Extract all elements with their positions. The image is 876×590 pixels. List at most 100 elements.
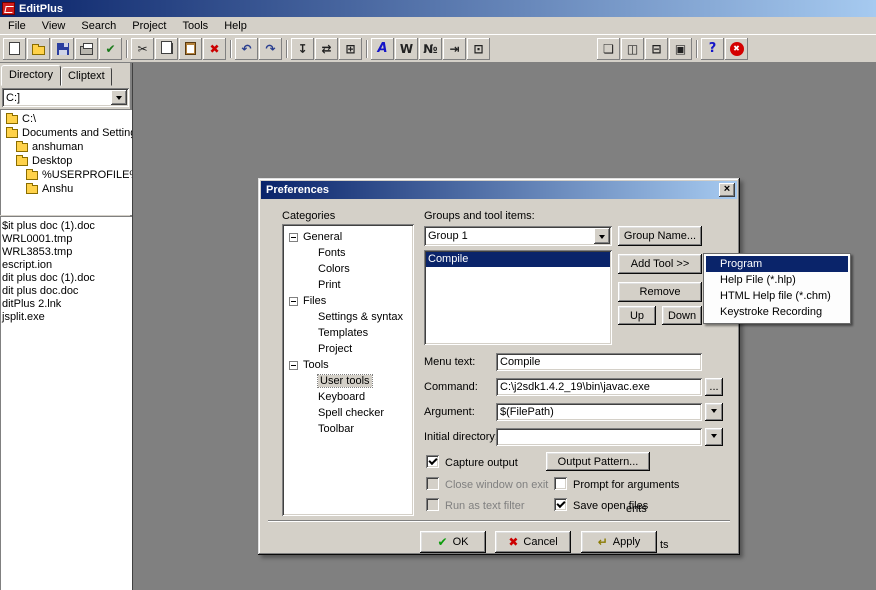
find-button[interactable]: ↧ [291, 38, 314, 60]
down-button[interactable]: Down [662, 306, 702, 325]
capture-output-checkbox[interactable] [426, 455, 439, 468]
line-numbers-button[interactable]: № [419, 38, 442, 60]
document-settings-button[interactable]: ⊡ [467, 38, 490, 60]
delete-button[interactable]: ✖ [203, 38, 226, 60]
window-titlebar[interactable]: EditPlus [0, 0, 876, 17]
category-settings-syntax[interactable]: Settings & syntax [282, 309, 414, 325]
apply-button[interactable]: ↵ Apply [581, 531, 657, 553]
undo-button[interactable]: ↶ [235, 38, 258, 60]
save-open-files-checkbox[interactable] [554, 498, 567, 511]
remove-button[interactable]: Remove [618, 282, 702, 302]
redo-button[interactable]: ↷ [259, 38, 282, 60]
menu-text-input[interactable] [496, 353, 702, 371]
initial-directory-input[interactable] [496, 428, 702, 446]
tree-item[interactable]: %USERPROFILE% [4, 168, 132, 182]
file-list-item[interactable]: WRL0001.tmp [2, 233, 132, 246]
cut-button[interactable]: ✂ [131, 38, 154, 60]
category-templates[interactable]: Templates [282, 325, 414, 341]
menu-search[interactable]: Search [73, 18, 124, 34]
menu-item-keystroke-recording[interactable]: Keystroke Recording [706, 304, 848, 320]
menu-tools[interactable]: Tools [175, 18, 217, 34]
tree-item[interactable]: Desktop [4, 154, 132, 168]
new-file-button[interactable] [3, 38, 26, 60]
menu-file[interactable]: File [0, 18, 34, 34]
cancel-button[interactable]: ✖ Cancel [495, 531, 571, 553]
context-help-button[interactable]: ? [701, 38, 724, 60]
category-keyboard[interactable]: Keyboard [282, 389, 414, 405]
tree-item[interactable]: Anshu [4, 182, 132, 196]
file-list-item[interactable]: dit plus doc (1).doc [2, 272, 132, 285]
argument-input[interactable] [496, 403, 702, 421]
file-list-item[interactable]: jsplit.exe [2, 311, 132, 324]
group-name-button[interactable]: Group Name... [618, 226, 702, 246]
category-toolbar[interactable]: Toolbar [282, 421, 414, 437]
run-text-filter-label: Run as text filter [445, 500, 524, 512]
collapse-icon[interactable] [289, 297, 298, 306]
category-general[interactable]: General [282, 229, 414, 245]
menu-item-help-file[interactable]: Help File (*.hlp) [706, 272, 848, 288]
argument-dropdown-button[interactable] [705, 403, 723, 421]
menu-view[interactable]: View [34, 18, 74, 34]
tab-cliptext[interactable]: Cliptext [61, 67, 112, 86]
menu-item-program[interactable]: Program [706, 256, 848, 272]
dialog-titlebar[interactable]: Preferences × [261, 181, 737, 199]
spell-check-button[interactable]: ✔ [99, 38, 122, 60]
initial-directory-dropdown-button[interactable] [705, 428, 723, 446]
collapse-icon[interactable] [289, 361, 298, 370]
output-pattern-button[interactable]: Output Pattern... [546, 452, 650, 471]
tree-item[interactable]: Documents and Settings [4, 126, 132, 140]
paste-button[interactable] [179, 38, 202, 60]
command-input[interactable] [496, 378, 702, 396]
category-fonts[interactable]: Fonts [282, 245, 414, 261]
up-button[interactable]: Up [618, 306, 656, 325]
dialog-close-button[interactable]: × [719, 183, 735, 197]
prompt-arguments-checkbox[interactable] [554, 477, 567, 490]
browse-command-button[interactable]: ... [705, 378, 723, 396]
tool-item-compile[interactable]: Compile [426, 252, 610, 267]
category-colors[interactable]: Colors [282, 261, 414, 277]
category-tools[interactable]: Tools [282, 357, 414, 373]
category-files[interactable]: Files [282, 293, 414, 309]
save-file-button[interactable] [51, 38, 74, 60]
word-wrap-icon: W [400, 43, 413, 55]
group-combo-dropdown[interactable] [594, 228, 610, 244]
browser-view-button[interactable]: ▣ [669, 38, 692, 60]
menu-item-html-help-file[interactable]: HTML Help file (*.chm) [706, 288, 848, 304]
cut-icon: ✂ [137, 43, 147, 55]
file-list-item[interactable]: escript.ion [2, 259, 132, 272]
menu-help[interactable]: Help [216, 18, 255, 34]
category-print[interactable]: Print [282, 277, 414, 293]
tree-item[interactable]: anshuman [4, 140, 132, 154]
add-tool-button[interactable]: Add Tool >> [618, 254, 702, 274]
tab-indent-button[interactable]: ⇥ [443, 38, 466, 60]
cancel-label: Cancel [523, 536, 557, 548]
find-in-files-button[interactable]: ⊞ [339, 38, 362, 60]
group-combo[interactable] [424, 226, 612, 246]
window-cascade-button[interactable]: ❏ [597, 38, 620, 60]
drive-combo-dropdown[interactable] [111, 90, 127, 105]
syntax-color-button[interactable]: A [371, 38, 394, 60]
word-wrap-button[interactable]: W [395, 38, 418, 60]
category-spell-checker[interactable]: Spell checker [282, 405, 414, 421]
drive-combo-input[interactable] [2, 88, 129, 107]
copy-button[interactable] [155, 38, 178, 60]
file-list-item[interactable]: dit plus doc.doc [2, 285, 132, 298]
replace-button[interactable]: ⇄ [315, 38, 338, 60]
close-file-button[interactable]: ✖ [725, 38, 748, 60]
tree-item[interactable]: C:\ [4, 112, 132, 126]
open-file-button[interactable] [27, 38, 50, 60]
ok-button[interactable]: ✔ OK [420, 531, 486, 553]
window-tile-button[interactable]: ◫ [621, 38, 644, 60]
group-combo-input[interactable] [424, 226, 612, 246]
file-list-item[interactable]: $it plus doc (1).doc [2, 220, 132, 233]
drive-combo[interactable] [2, 88, 129, 107]
window-split-button[interactable]: ⊟ [645, 38, 668, 60]
file-list-item[interactable]: WRL3853.tmp [2, 246, 132, 259]
print-button[interactable] [75, 38, 98, 60]
menu-project[interactable]: Project [124, 18, 174, 34]
tab-directory[interactable]: Directory [1, 65, 61, 86]
category-project[interactable]: Project [282, 341, 414, 357]
file-list-item[interactable]: ditPlus 2.lnk [2, 298, 132, 311]
collapse-icon[interactable] [289, 233, 298, 242]
category-user-tools[interactable]: User tools [282, 373, 414, 389]
